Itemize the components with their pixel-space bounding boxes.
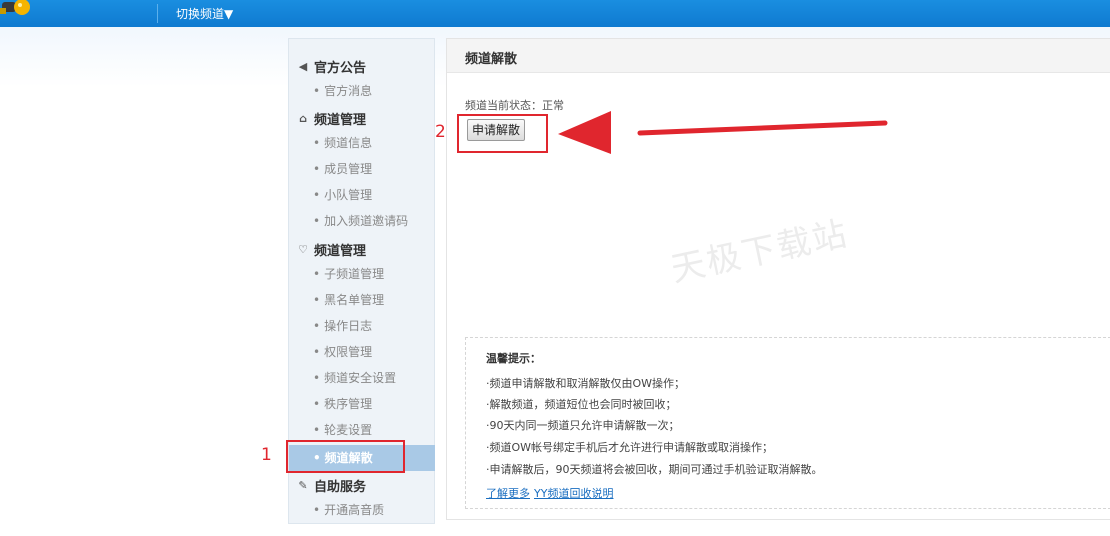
tip-line: ·申请解散后，90天频道将会被回收，期间可通过手机验证取消解散。 <box>486 463 823 476</box>
sidebar-item-member-management[interactable]: • 成员管理 <box>289 158 435 180</box>
status-label: 频道当前状态： <box>465 99 542 112</box>
sidebar-group-label: 自助服务 <box>314 480 367 495</box>
channel-status: 频道当前状态：正常 <box>465 97 564 113</box>
sidebar-item-label: 小队管理 <box>324 188 373 202</box>
bullet: • <box>313 188 321 202</box>
annotation-box-1 <box>286 440 405 473</box>
sidebar-item-invite-code[interactable]: • 加入频道邀请码 <box>289 210 435 232</box>
sidebar-item-channel-info[interactable]: • 频道信息 <box>289 132 435 154</box>
bullet: • <box>313 267 321 281</box>
tips-box: 温馨提示： ·频道申请解散和取消解散仅由OW操作； ·解散频道，频道短位也会同时… <box>465 337 1110 509</box>
sidebar-item-label: 子频道管理 <box>324 267 385 281</box>
wrench-icon: ✎ <box>298 479 308 492</box>
bullet: • <box>313 136 321 150</box>
sidebar-group-channel-management: ⌂ 频道管理 <box>297 109 366 128</box>
recycle-info-link[interactable]: YY频道回收说明 <box>534 487 613 500</box>
sidebar-group-channel-management-2: ♡ 频道管理 <box>297 240 366 259</box>
sidebar-item-security-settings[interactable]: • 频道安全设置 <box>289 367 435 389</box>
learn-more-link[interactable]: 了解更多 <box>486 487 530 500</box>
sidebar-item-label: 加入频道邀请码 <box>324 214 409 228</box>
tips-title: 温馨提示： <box>486 352 541 365</box>
annotation-number-2: 2 <box>435 122 446 142</box>
bullet: • <box>313 319 321 333</box>
bullet: • <box>313 293 321 307</box>
sidebar-item-subchannel-management[interactable]: • 子频道管理 <box>289 263 435 285</box>
sidebar-item-label: 成员管理 <box>324 162 373 176</box>
sidebar-group-label: 频道管理 <box>314 244 367 259</box>
bullet: • <box>313 423 321 437</box>
watermark: 天极下载站 <box>667 213 852 291</box>
sidebar-item-permissions[interactable]: • 权限管理 <box>289 341 435 363</box>
tip-line: ·频道OW帐号绑定手机后才允许进行申请解散或取消操作； <box>486 441 774 454</box>
app-logo <box>0 0 30 15</box>
tip-links: 了解更多 YY频道回收说明 <box>486 485 617 501</box>
sidebar-item-label: 秩序管理 <box>324 397 373 411</box>
sidebar-item-label: 操作日志 <box>324 319 373 333</box>
sidebar-group-label: 官方公告 <box>314 61 367 76</box>
tip-line: ·频道申请解散和取消解散仅由OW操作； <box>486 377 686 390</box>
sidebar-group-self-service: ✎ 自助服务 <box>297 476 366 495</box>
sidebar-group-label: 频道管理 <box>314 113 367 128</box>
sidebar-item-label: 权限管理 <box>324 345 373 359</box>
speaker-icon: ◀ <box>298 60 308 73</box>
page-title: 频道解散 <box>465 52 518 67</box>
annotation-box-2 <box>457 114 548 153</box>
shield-icon: ♡ <box>298 243 308 256</box>
sidebar-item-label: 频道安全设置 <box>324 371 397 385</box>
tip-line: ·90天内同一频道只允许申请解散一次； <box>486 419 680 432</box>
bullet: • <box>313 214 321 228</box>
bullet: • <box>313 371 321 385</box>
sidebar-item-mic-rotation[interactable]: • 轮麦设置 <box>289 419 435 441</box>
sidebar-item-label: 频道信息 <box>324 136 373 150</box>
status-value: 正常 <box>542 99 564 112</box>
bullet: • <box>313 397 321 411</box>
topbar-divider <box>157 4 158 23</box>
sidebar-item-label: 轮麦设置 <box>324 423 373 437</box>
sidebar-item-squad-management[interactable]: • 小队管理 <box>289 184 435 206</box>
sidebar-item-label: 开通高音质 <box>324 503 385 517</box>
sidebar-item-hq-audio[interactable]: • 开通高音质 <box>289 499 435 521</box>
main-panel: 频道解散 频道当前状态：正常 申请解散 天极下载站 温馨提示： ·频道申请解散和… <box>446 38 1110 520</box>
bullet: • <box>313 503 321 517</box>
bullet: • <box>313 345 321 359</box>
panel-header: 频道解散 <box>447 39 1110 73</box>
sidebar-item-operation-log[interactable]: • 操作日志 <box>289 315 435 337</box>
sidebar-item-label: 官方消息 <box>324 84 373 98</box>
bullet: • <box>313 162 321 176</box>
annotation-number-1: 1 <box>261 445 272 465</box>
sidebar-group-announcements: ◀ 官方公告 <box>297 57 366 76</box>
top-bar: 切换频道▼ <box>0 0 1110 27</box>
switch-channel-dropdown[interactable]: 切换频道▼ <box>176 5 233 22</box>
bullet: • <box>313 84 321 98</box>
sidebar-item-blacklist[interactable]: • 黑名单管理 <box>289 289 435 311</box>
sidebar-item-label: 黑名单管理 <box>324 293 385 307</box>
sidebar-item-order-management[interactable]: • 秩序管理 <box>289 393 435 415</box>
tip-line: ·解散频道，频道短位也会同时被回收； <box>486 398 677 411</box>
home-icon: ⌂ <box>299 112 307 125</box>
sidebar-item-official-messages[interactable]: • 官方消息 <box>289 80 435 102</box>
